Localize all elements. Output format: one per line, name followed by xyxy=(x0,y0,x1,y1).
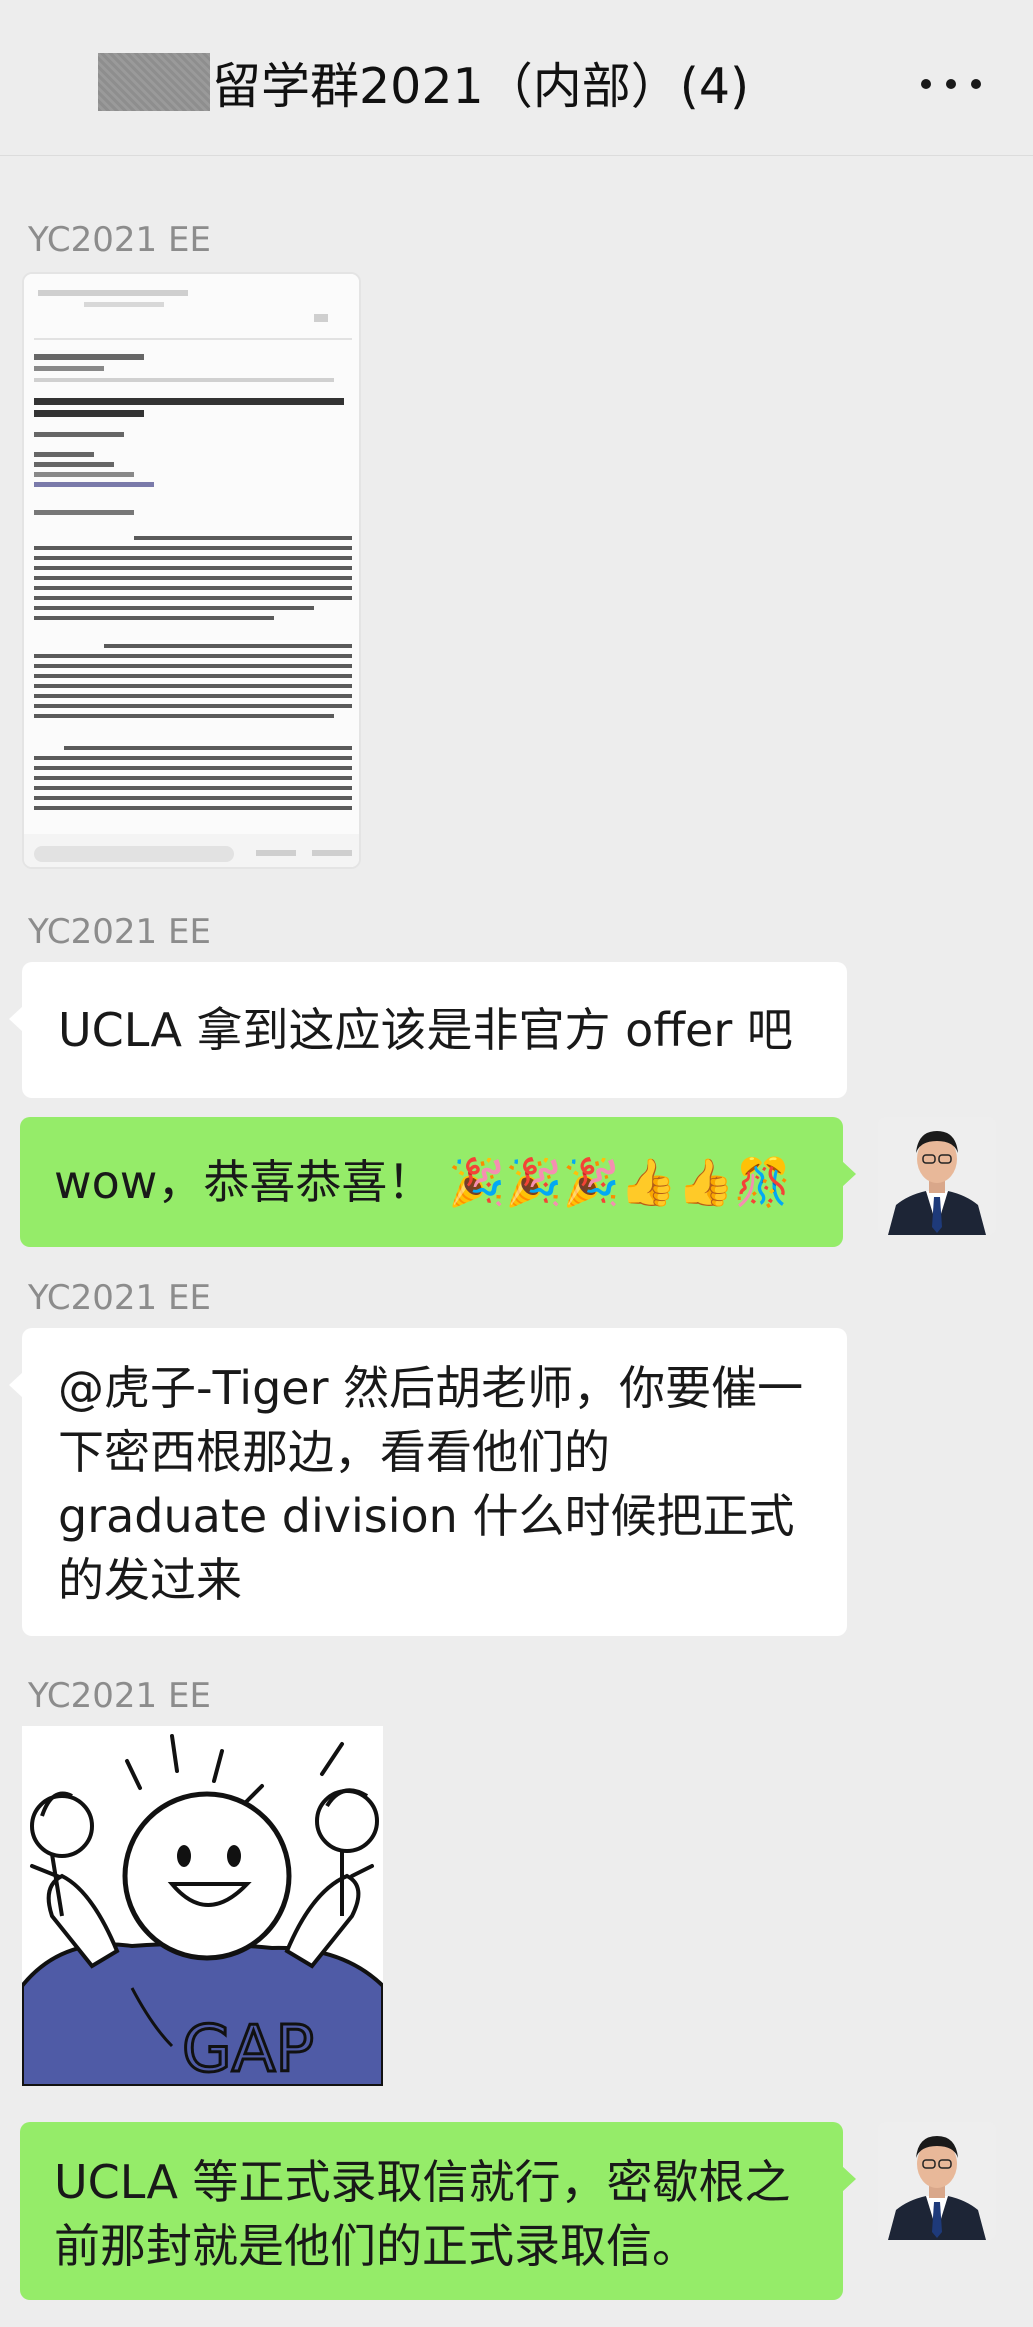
message-text: wow，恭喜恭喜！ 🎉🎉🎉👍👍🎊 xyxy=(54,1155,792,1209)
sticker-image[interactable]: GAP xyxy=(22,1726,383,2086)
avatar[interactable] xyxy=(878,1117,996,1235)
more-dot xyxy=(971,79,981,89)
chat-title: 留学群2021（内部）(4) xyxy=(98,50,749,115)
message-text: UCLA 拿到这应该是非官方 offer 吧 xyxy=(58,1003,793,1057)
redacted-name-block xyxy=(98,53,210,111)
sender-name: YC2021 EE xyxy=(28,220,211,260)
avatar[interactable] xyxy=(878,2122,996,2240)
sender-name: YC2021 EE xyxy=(28,1676,211,1716)
chat-header: 留学群2021（内部）(4) xyxy=(0,0,1033,156)
sender-name: YC2021 EE xyxy=(28,1278,211,1318)
more-icon[interactable] xyxy=(921,66,981,102)
group-title: 留学群2021（内部）(4) xyxy=(212,57,750,115)
more-dot xyxy=(946,79,956,89)
message-bubble[interactable]: UCLA 拿到这应该是非官方 offer 吧 xyxy=(9,962,847,1098)
message-bubble-outgoing[interactable]: wow，恭喜恭喜！ 🎉🎉🎉👍👍🎊 xyxy=(20,1117,856,1247)
message-bubble-outgoing[interactable]: UCLA 等正式录取信就行，密歇根之前那封就是他们的正式录取信。 xyxy=(20,2122,856,2300)
message-text: @虎子-Tiger 然后胡老师，你要催一下密西根那边，看看他们的 graduat… xyxy=(58,1361,804,1607)
email-screenshot-image[interactable] xyxy=(22,272,361,869)
more-dot xyxy=(921,79,931,89)
sticker-text: GAP xyxy=(182,2013,314,2086)
message-text: UCLA 等正式录取信就行，密歇根之前那封就是他们的正式录取信。 xyxy=(54,2155,791,2273)
sender-name: YC2021 EE xyxy=(28,912,211,952)
message-bubble[interactable]: @虎子-Tiger 然后胡老师，你要催一下密西根那边，看看他们的 graduat… xyxy=(9,1328,847,1636)
